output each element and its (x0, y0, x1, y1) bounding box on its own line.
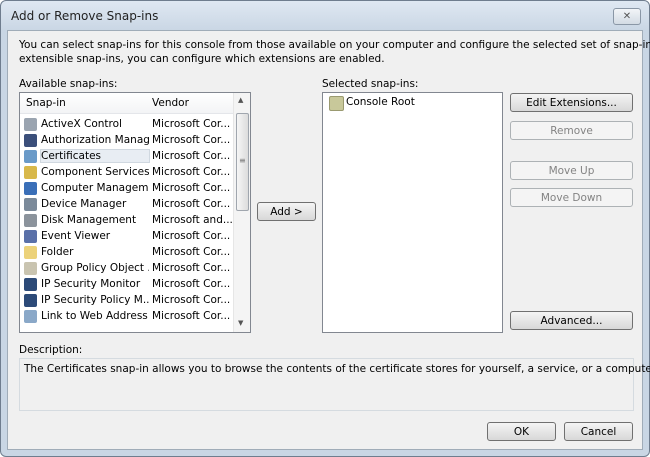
snapin-name: Link to Web Address (41, 310, 148, 322)
snapin-vendor: Microsoft Cor... (152, 198, 231, 210)
snapin-vendor: Microsoft Cor... (152, 262, 231, 274)
snapin-icon (24, 118, 37, 131)
description-text: The Certificates snap-in allows you to b… (24, 363, 650, 375)
snapin-vendor: Microsoft Cor... (152, 294, 231, 306)
snapin-icon (24, 246, 37, 259)
snapin-icon (24, 166, 37, 179)
edit-extensions-button[interactable]: Edit Extensions... (510, 93, 633, 112)
close-button[interactable]: ✕ (613, 8, 641, 25)
snapin-icon (24, 214, 37, 227)
scroll-down-icon[interactable]: ▼ (238, 319, 243, 327)
remove-button[interactable]: Remove (510, 121, 633, 140)
snapin-icon (24, 230, 37, 243)
selected-item-console-root[interactable]: Console Root (325, 95, 535, 111)
move-up-button[interactable]: Move Up (510, 161, 633, 180)
snapin-name: Folder (41, 246, 74, 258)
snapin-vendor: Microsoft Cor... (152, 150, 231, 162)
intro-line-2: extensible snap-ins, you can configure w… (19, 53, 385, 65)
snapin-row[interactable]: Link to Web Address Microsoft Cor... (22, 309, 232, 325)
snapin-row[interactable]: IP Security Monitor Microsoft Cor... (22, 277, 232, 293)
selected-label: Selected snap-ins: (322, 78, 419, 90)
snapin-name: IP Security Policy M... (41, 294, 149, 306)
snapin-icon (24, 262, 37, 275)
snapin-row[interactable]: Event Viewer Microsoft Cor... (22, 229, 232, 245)
snapin-row[interactable]: ActiveX Control Microsoft Cor... (22, 117, 232, 133)
column-vendor[interactable]: Vendor (152, 97, 189, 109)
snapin-row[interactable]: Component Services Microsoft Cor... (22, 165, 232, 181)
close-icon: ✕ (622, 11, 632, 22)
list-header: Snap-in Vendor (20, 93, 233, 114)
snapin-icon (24, 278, 37, 291)
snapin-vendor: Microsoft Cor... (152, 230, 231, 242)
cancel-button[interactable]: Cancel (564, 422, 633, 441)
snapin-icon (24, 310, 37, 323)
snapin-row[interactable]: Authorization Manager Microsoft Cor... (22, 133, 232, 149)
snapin-name: ActiveX Control (41, 118, 122, 130)
snapin-name: IP Security Monitor (41, 278, 141, 290)
scroll-thumb[interactable]: ≡ (236, 113, 249, 211)
snapin-row[interactable]: Disk Management Microsoft and... (22, 213, 233, 229)
snapin-name: Authorization Manager (41, 134, 149, 146)
snapin-vendor: Microsoft Cor... (152, 310, 231, 322)
snapin-vendor: Microsoft and... (152, 214, 233, 226)
snapin-name: Event Viewer (41, 230, 111, 242)
snapin-name: Group Policy Object ... (41, 262, 149, 274)
snapin-row[interactable]: Certificates Microsoft Cor... (22, 149, 232, 165)
snapin-row[interactable]: Group Policy Object ... Microsoft Cor... (22, 261, 232, 277)
snapin-name: Device Manager (41, 198, 127, 210)
vertical-scrollbar[interactable]: ▲ ≡ ▼ (233, 93, 250, 332)
description-box: The Certificates snap-in allows you to b… (19, 358, 650, 411)
snapin-name: Certificates (40, 149, 150, 163)
ok-button[interactable]: OK (487, 422, 556, 441)
add-button[interactable]: Add > (257, 202, 316, 221)
column-snapin[interactable]: Snap-in (26, 97, 66, 109)
snapin-name: Computer Managem... (41, 182, 149, 194)
snapin-vendor: Microsoft Cor... (152, 118, 231, 130)
snapin-row[interactable]: Computer Managem... Microsoft Cor... (22, 181, 232, 197)
snapin-vendor: Microsoft Cor... (152, 182, 231, 194)
snapin-row[interactable]: Device Manager Microsoft Cor... (22, 197, 232, 213)
snapin-icon (24, 198, 37, 211)
snapin-row[interactable]: Folder Microsoft Cor... (22, 245, 232, 261)
snapin-icon (24, 134, 37, 147)
folder-icon (329, 96, 344, 111)
dialog-title: Add or Remove Snap-ins (11, 9, 159, 23)
snapin-vendor: Microsoft Cor... (152, 246, 231, 258)
snapin-icon (24, 150, 37, 163)
snapin-icon (24, 182, 37, 195)
available-snapins-list[interactable]: Snap-in Vendor ActiveX Control Microsoft … (19, 92, 251, 333)
snapin-name: Disk Management (41, 214, 137, 226)
snapin-vendor: Microsoft Cor... (152, 134, 231, 146)
snapin-icon (24, 294, 37, 307)
snapin-row[interactable]: IP Security Policy M... Microsoft Cor... (22, 293, 232, 309)
intro-line-1: You can select snap-ins for this console… (19, 39, 650, 51)
snapin-vendor: Microsoft Cor... (152, 278, 231, 290)
advanced-button[interactable]: Advanced... (510, 311, 633, 330)
snapin-name: Component Services (41, 166, 149, 178)
selected-snapins-list[interactable]: Console Root (322, 92, 503, 333)
available-label: Available snap-ins: (19, 78, 118, 90)
move-down-button[interactable]: Move Down (510, 188, 633, 207)
scroll-up-icon[interactable]: ▲ (238, 96, 243, 104)
snapin-vendor: Microsoft Cor... (152, 166, 231, 178)
description-label: Description: (19, 344, 83, 356)
